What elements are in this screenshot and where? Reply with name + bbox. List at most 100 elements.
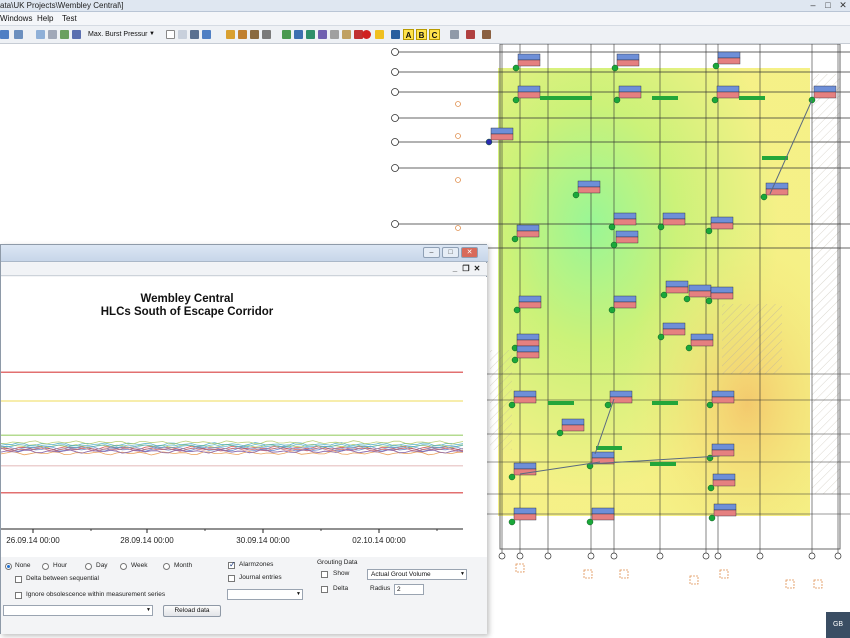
alarm-icon[interactable] [362,30,371,39]
tool-h-icon[interactable] [318,30,327,39]
menu-windows[interactable]: Windows [0,14,32,23]
sensor-label-top [813,85,837,93]
sensor-node[interactable] [512,64,520,72]
save-icon[interactable] [178,30,187,39]
sensor-node[interactable] [485,138,493,146]
sensor-node[interactable] [608,223,616,231]
sensor-node[interactable] [508,401,516,409]
sensor-node[interactable] [610,241,618,249]
journal-entries-checkbox[interactable] [228,575,235,582]
warning-icon[interactable] [375,30,384,39]
sensor-node[interactable] [513,306,521,314]
alarmzones-checkbox[interactable] [228,560,236,569]
sensor-node[interactable] [613,96,621,104]
chart-icon[interactable] [202,30,211,39]
sensor-node[interactable] [705,297,713,305]
shape-icon[interactable] [14,30,23,39]
tool-g-icon[interactable] [306,30,315,39]
letter-a-button[interactable]: A [403,29,414,40]
grid-icon[interactable] [36,30,45,39]
sensor-label-bottom [710,222,734,230]
tool-f-icon[interactable] [294,30,303,39]
radio-day[interactable] [85,563,92,570]
grouting-delta-checkbox[interactable] [321,586,328,593]
radio-month[interactable] [163,563,170,570]
radio-hour[interactable] [42,563,49,570]
tool-b-icon[interactable] [238,30,247,39]
sensor-node[interactable] [683,295,691,303]
outer-minimize-icon[interactable]: – [423,247,440,258]
tool-d-icon[interactable] [262,30,271,39]
grouting-select[interactable]: Actual Grout Volume ▼ [367,569,467,580]
sensor-node[interactable] [572,191,580,199]
sensor-node[interactable] [706,454,714,462]
sensor-node[interactable] [512,96,520,104]
pipe-segment [596,446,622,450]
sensor-node[interactable] [511,235,519,243]
tool-a-icon[interactable] [226,30,235,39]
sensor-label-bottom [717,57,741,65]
open-icon[interactable] [166,30,175,39]
inner-minimize-icon[interactable]: _ [450,264,460,274]
sensor-node[interactable] [508,473,516,481]
radio-week[interactable] [120,563,127,570]
parameter-select[interactable]: Max. Burst Pressur ▼ [86,29,156,41]
outer-close-icon[interactable]: ✕ [461,247,478,258]
grid-marker [656,552,664,560]
sensor-icon[interactable] [72,30,81,39]
sensor-label-top [711,390,735,398]
sensor-node[interactable] [660,291,668,299]
tool-n-icon[interactable] [482,30,491,39]
chart-window[interactable]: – □ ✕ _ ❐ ✕ 26.09.14 00:00 28.09.14 00:00… [0,244,488,634]
pointer-icon[interactable] [0,30,9,39]
tool-m-icon[interactable] [466,30,475,39]
series-select[interactable]: ▼ [3,605,153,616]
sensor-node[interactable] [685,344,693,352]
sensor-node[interactable] [586,518,594,526]
x-tick-label: 30.09.14 00:00 [236,536,290,545]
letter-b-button[interactable]: B [416,29,427,40]
tool-i-icon[interactable] [330,30,339,39]
sensor-node[interactable] [657,223,665,231]
print-icon[interactable] [48,30,57,39]
layers-icon[interactable] [60,30,69,39]
tool-l-icon[interactable] [450,30,459,39]
reload-data-button[interactable]: Reload data [163,605,221,617]
menu-help[interactable]: Help [37,14,53,23]
delta-between-sequential-checkbox[interactable] [15,576,22,583]
outer-maximize-icon[interactable]: □ [442,247,459,258]
inner-close-icon[interactable]: ✕ [472,264,482,274]
sensor-node[interactable] [760,193,768,201]
inner-restore-icon[interactable]: ❐ [461,264,471,274]
sensor-node[interactable] [556,429,564,437]
minimize-icon[interactable]: – [806,0,820,11]
sensor-node[interactable] [706,401,714,409]
sensor-node[interactable] [708,514,716,522]
ignore-obsolescence-checkbox[interactable] [15,592,22,599]
sensor-node[interactable] [712,62,720,70]
tool-c-icon[interactable] [250,30,259,39]
letter-c-button[interactable]: C [429,29,440,40]
sensor-node[interactable] [707,484,715,492]
tool-e-icon[interactable] [282,30,291,39]
sensor-node[interactable] [657,333,665,341]
zoom-icon[interactable] [190,30,199,39]
sensor-node[interactable] [711,96,719,104]
tool-j-icon[interactable] [342,30,351,39]
chart-inner-titlebar[interactable]: _ ❐ ✕ [1,263,487,276]
maximize-icon[interactable]: □ [821,0,835,11]
sensor-node[interactable] [611,64,619,72]
sensor-node[interactable] [604,401,612,409]
sensor-node[interactable] [705,227,713,235]
close-icon[interactable]: ✕ [836,0,850,11]
export-icon[interactable] [391,30,400,39]
radius-input[interactable]: 2 [394,584,424,595]
sensor-node[interactable] [508,518,516,526]
sensor-node[interactable] [511,356,519,364]
sensor-node[interactable] [608,306,616,314]
journal-select[interactable]: ▼ [227,589,303,600]
chart-outer-titlebar[interactable]: – □ ✕ [1,245,488,262]
grouting-show-checkbox[interactable] [321,571,328,578]
menu-test[interactable]: Test [62,14,77,23]
radio-none[interactable] [5,563,12,570]
